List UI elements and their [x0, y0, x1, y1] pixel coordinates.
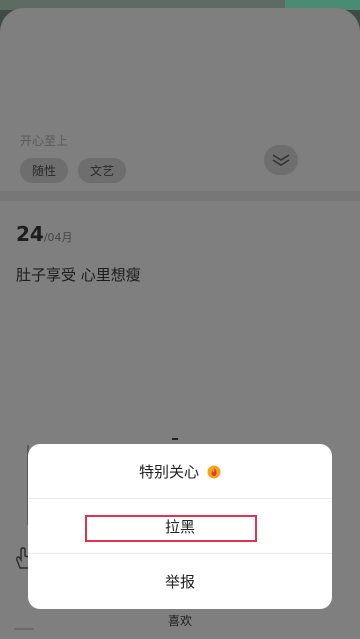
tag-list: 随性 文艺: [20, 158, 127, 183]
tag-chip[interactable]: 随性: [20, 158, 69, 183]
entry-day: 24: [16, 222, 44, 246]
tag-chip[interactable]: 文艺: [78, 158, 127, 183]
chevron-double-down-icon: [272, 154, 290, 166]
report-option[interactable]: 举报: [28, 554, 332, 609]
special-care-option[interactable]: 特别关心: [28, 444, 332, 499]
entry-text: 肚子享受 心里想瘦: [16, 266, 141, 284]
expand-button[interactable]: [264, 145, 298, 175]
special-care-label: 特别关心: [138, 463, 199, 481]
highlight-box: [85, 515, 257, 542]
action-menu: 特别关心 拉黑 举报: [28, 444, 332, 609]
like-label[interactable]: 喜欢: [0, 612, 360, 629]
background-mark: [172, 438, 178, 440]
report-label: 举报: [164, 573, 195, 591]
mood-text: 开心至上: [20, 134, 69, 148]
entry-month: /04月: [43, 231, 73, 244]
flame-badge-icon: [207, 465, 221, 479]
entry-date: 24/04月: [16, 222, 73, 246]
section-separator: [0, 191, 360, 201]
